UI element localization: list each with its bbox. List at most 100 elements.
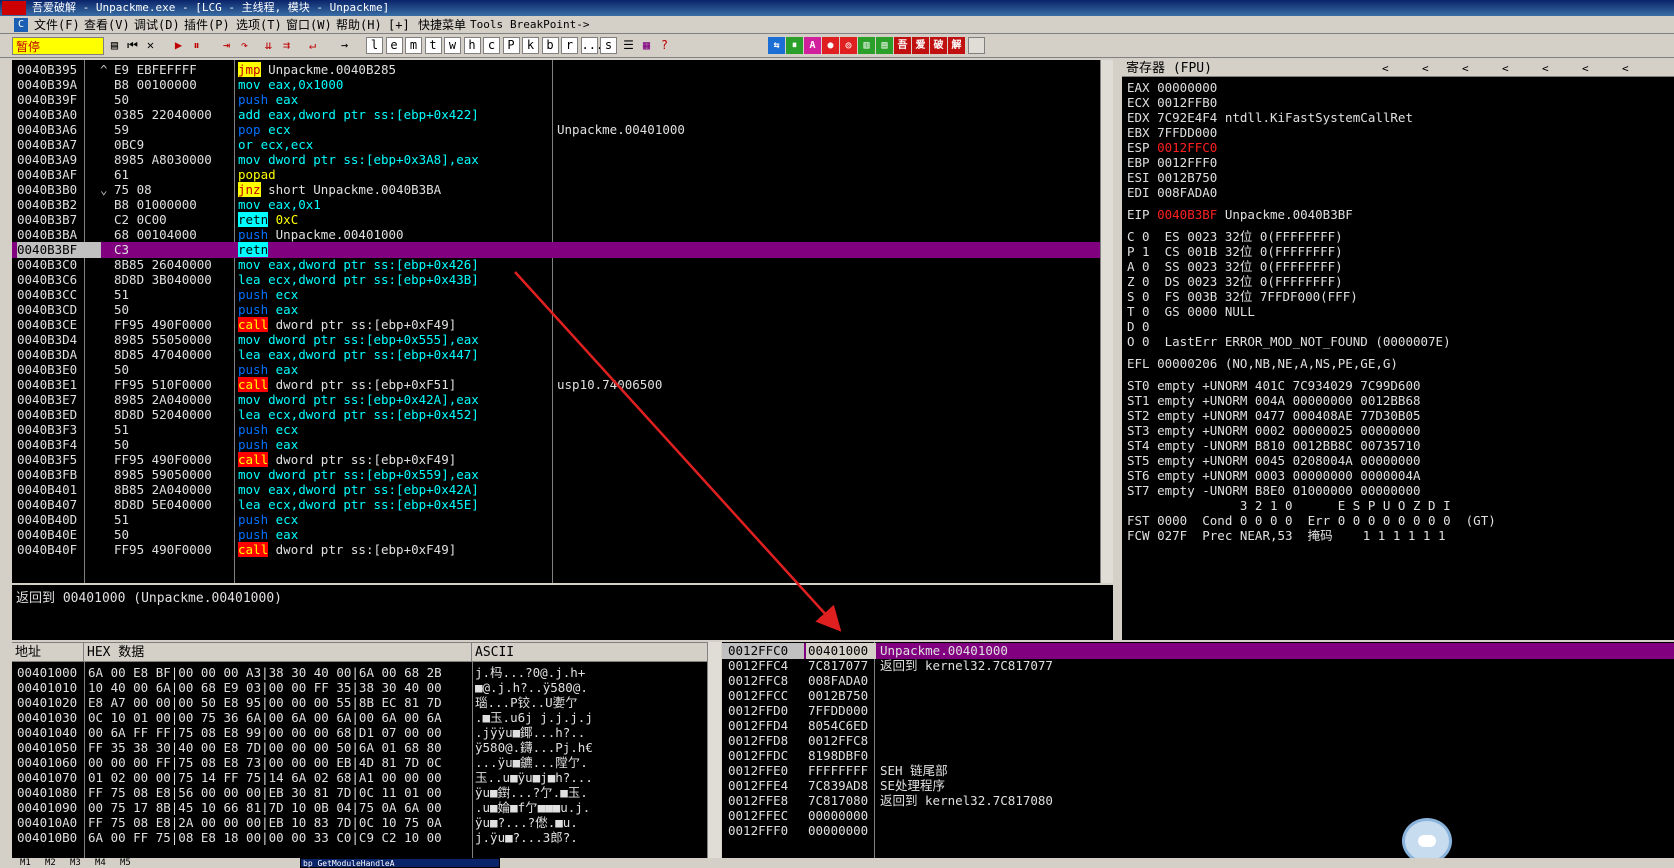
- disasm-row[interactable]: 0040B3AF 61 popad: [12, 167, 1112, 183]
- dump-row[interactable]: 004010A0 FF 75 08 E8|2A 00 00 00|EB 10 83…: [12, 815, 707, 831]
- disasm-row[interactable]: 0040B3B0 ⌄ 75 08 jnz short Unpackme.0040B3B…: [12, 182, 1112, 198]
- step-into-icon[interactable]: ⇥: [218, 37, 235, 54]
- register-line[interactable]: EIP 0040B3BF Unpackme.0040B3BF: [1127, 207, 1353, 223]
- window-button-2[interactable]: m: [405, 37, 422, 54]
- execute-till-return-icon[interactable]: ↵: [304, 37, 321, 54]
- disasm-row[interactable]: 0040B3A0 0385 22040000 add eax,dword ptr s…: [12, 107, 1112, 123]
- help-icon[interactable]: ?: [656, 37, 673, 54]
- memory-tab-m4[interactable]: M4: [95, 858, 106, 868]
- target-icon[interactable]: ◎: [840, 37, 857, 54]
- disasm-row[interactable]: 0040B39F 50 push eax: [12, 92, 1112, 108]
- disasm-row[interactable]: 0040B3BA 68 00104000 push Unpackme.0040100…: [12, 227, 1112, 243]
- disassembly-pane[interactable]: 0040B395 ^ E9 EBFEFFFF jmp Unpackme.0040B28…: [12, 60, 1112, 583]
- disasm-row[interactable]: 0040B3FB 8985 59050000 mov dword ptr ss:[e…: [12, 467, 1112, 483]
- menu-item[interactable]: 文件(F): [34, 16, 80, 34]
- menu-item[interactable]: 调试(D): [134, 16, 180, 34]
- memory-tab-m2[interactable]: M2: [45, 858, 56, 868]
- jie-icon[interactable]: 解: [948, 37, 965, 54]
- registers-pane[interactable]: 寄存器 (FPU) < < < < < < < EAX 00000000 ECX …: [1122, 60, 1674, 640]
- register-line[interactable]: ESP 0012FFC0: [1127, 140, 1217, 156]
- registers-header[interactable]: 寄存器 (FPU) < < < < < < <: [1122, 60, 1674, 77]
- register-line[interactable]: ST2 empty +UNORM 0477 000408AE 77D30B05: [1127, 408, 1421, 424]
- arrow-left-icon[interactable]: <: [1422, 60, 1429, 77]
- stack-row[interactable]: 0012FFEC 00000000: [722, 808, 1674, 824]
- restart-icon[interactable]: ⏮: [124, 37, 141, 54]
- register-line[interactable]: EFL 00000206 (NO,NB,NE,A,NS,PE,GE,G): [1127, 356, 1398, 372]
- trace-over-icon[interactable]: ⇉: [278, 37, 295, 54]
- cpu-window-icon[interactable]: C: [14, 18, 28, 32]
- register-line[interactable]: P 1 CS 001B 32位 0(FFFFFFFF): [1127, 244, 1343, 260]
- open-icon[interactable]: ▤: [106, 37, 123, 54]
- register-line[interactable]: ST7 empty -UNORM B8E0 01000000 00000000: [1127, 483, 1421, 499]
- dump-row[interactable]: 00401050 FF 35 38 30|40 00 E8 7D|00 00 00…: [12, 740, 707, 756]
- arrow-left-icon[interactable]: <: [1382, 60, 1389, 77]
- wu-icon[interactable]: 吾: [894, 37, 911, 54]
- grid-icon[interactable]: ▦: [638, 37, 655, 54]
- disasm-row[interactable]: 0040B3A6 59 pop ecx Unpackme.00401000: [12, 122, 1112, 138]
- window-button-11[interactable]: ...: [580, 37, 603, 54]
- dump-row[interactable]: 00401080 FF 75 08 E8|56 00 00 00|EB 30 81…: [12, 785, 707, 801]
- dump-row[interactable]: 00401060 00 00 00 FF|75 08 E8 73|00 00 00…: [12, 755, 707, 771]
- menu-item[interactable]: 快捷菜单: [418, 16, 466, 34]
- register-line[interactable]: ST0 empty +UNORM 401C 7C934029 7C99D600: [1127, 378, 1421, 394]
- command-input[interactable]: bp GetModuleHandleA: [300, 858, 500, 868]
- dump-row[interactable]: 00401090 00 75 17 8B|45 10 66 81|7D 10 0B…: [12, 800, 707, 816]
- arrow-left-icon[interactable]: <: [1502, 60, 1509, 77]
- dump-col-hex[interactable]: HEX 数据: [84, 643, 472, 663]
- register-line[interactable]: FCW 027F Prec NEAR,53 掩码 1 1 1 1 1 1: [1127, 528, 1446, 544]
- pause-icon[interactable]: ⏸: [188, 37, 205, 54]
- stack-row[interactable]: 0012FFC4 7C817077 返回到 kernel32.7C817077: [722, 658, 1674, 674]
- register-line[interactable]: D 0: [1127, 319, 1150, 335]
- disasm-row[interactable]: 0040B395 ^ E9 EBFEFFFF jmp Unpackme.0040B28…: [12, 62, 1112, 78]
- run-icon[interactable]: ▶: [170, 37, 187, 54]
- chart-icon[interactable]: ▥: [858, 37, 875, 54]
- disasm-row[interactable]: 0040B3DA 8D85 47040000 lea eax,dword ptr s…: [12, 347, 1112, 363]
- pause-plugin-icon[interactable]: ⏸: [786, 37, 803, 54]
- register-line[interactable]: 3 2 1 0 E S P U O Z D I: [1127, 498, 1451, 514]
- register-line[interactable]: EDX 7C92E4F4 ntdll.KiFastSystemCallRet: [1127, 110, 1413, 126]
- register-line[interactable]: Z 0 DS 0023 32位 0(FFFFFFFF): [1127, 274, 1343, 290]
- menu-item[interactable]: 帮助(H): [336, 16, 382, 34]
- register-line[interactable]: ECX 0012FFB0: [1127, 95, 1217, 111]
- register-line[interactable]: FST 0000 Cond 0 0 0 0 Err 0 0 0 0 0 0 0 …: [1127, 513, 1496, 529]
- window-button-1[interactable]: e: [385, 37, 403, 54]
- register-line[interactable]: ESI 0012B750: [1127, 170, 1217, 186]
- dump-row[interactable]: 00401030 0C 10 01 00|00 75 36 6A|00 6A 00…: [12, 710, 707, 726]
- disasm-row[interactable]: 0040B3A7 0BC9 or ecx,ecx: [12, 137, 1112, 153]
- register-line[interactable]: S 0 FS 003B 32位 7FFDF000(FFF): [1127, 289, 1358, 305]
- window-button-9[interactable]: b: [541, 37, 559, 54]
- menu-item[interactable]: 查看(V): [84, 16, 130, 34]
- register-line[interactable]: ST5 empty +UNORM 0045 0208004A 00000000: [1127, 453, 1421, 469]
- menu-item[interactable]: [+]: [388, 16, 410, 34]
- dump-row[interactable]: 00401070 01 02 00 00|75 14 FF 75|14 6A 02…: [12, 770, 707, 786]
- arrow-left-icon[interactable]: <: [1622, 60, 1629, 77]
- stack-row[interactable]: 0012FFC8 008FADA0: [722, 673, 1674, 689]
- dump-row[interactable]: 00401040 00 6A FF FF|75 08 E8 99|00 00 00…: [12, 725, 707, 741]
- trace-into-icon[interactable]: ⇊: [260, 37, 277, 54]
- disasm-row[interactable]: 0040B40E 50 push eax: [12, 527, 1112, 543]
- register-line[interactable]: O 0 LastErr ERROR_MOD_NOT_FOUND (0000007…: [1127, 334, 1451, 350]
- po-icon[interactable]: 破: [930, 37, 947, 54]
- register-line[interactable]: EBX 7FFDD000: [1127, 125, 1217, 141]
- arrow-left-icon[interactable]: <: [1582, 60, 1589, 77]
- stack-row[interactable]: 0012FFE0 FFFFFFFF SEH 链尾部: [722, 763, 1674, 779]
- dump-col-address[interactable]: 地址: [12, 643, 84, 663]
- window-button-8[interactable]: k: [522, 37, 539, 54]
- menu-item[interactable]: BreakPoint->: [510, 16, 589, 34]
- dump-col-ascii[interactable]: ASCII: [472, 643, 712, 663]
- step-over-icon[interactable]: ↷: [236, 37, 253, 54]
- memory-tab-m1[interactable]: M1: [20, 858, 31, 868]
- stack-row[interactable]: 0012FFC0 00401000 Unpackme.00401000: [722, 643, 1674, 659]
- window-button-6[interactable]: c: [483, 37, 500, 54]
- close-icon[interactable]: ✕: [142, 37, 159, 54]
- disasm-row[interactable]: 0040B3E1 FF95 510F0000 call dword ptr ss:[…: [12, 377, 1112, 393]
- window-button-10[interactable]: r: [561, 37, 578, 54]
- blank-button[interactable]: [968, 37, 985, 54]
- register-line[interactable]: EDI 008FADA0: [1127, 185, 1217, 201]
- disasm-row[interactable]: 0040B3B7 C2 0C00 retn 0xC: [12, 212, 1112, 228]
- memory-tab-m5[interactable]: M5: [120, 858, 131, 868]
- menu-item[interactable]: 选项(T): [236, 16, 282, 34]
- register-line[interactable]: EAX 00000000: [1127, 80, 1217, 96]
- stack-row[interactable]: 0012FFD0 7FFDD000: [722, 703, 1674, 719]
- dump-row[interactable]: 004010B0 6A 00 FF 75|08 E8 18 00|00 00 33…: [12, 830, 707, 846]
